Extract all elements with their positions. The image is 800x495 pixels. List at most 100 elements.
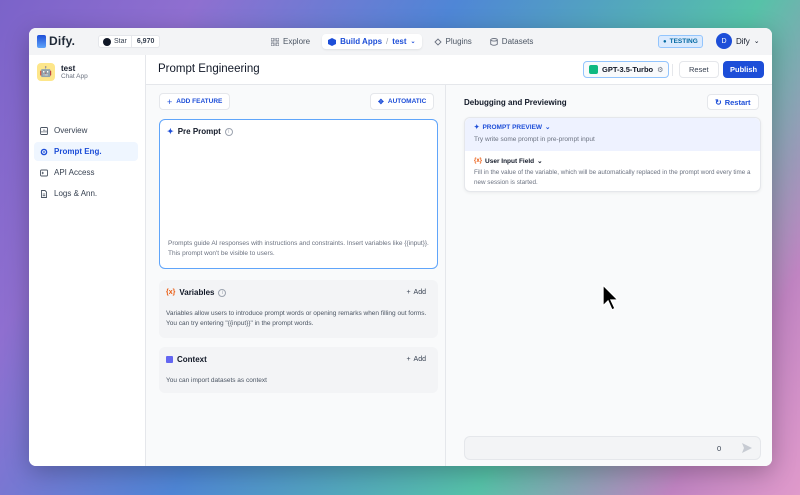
nav-datasets[interactable]: Datasets (484, 34, 540, 49)
github-icon (103, 37, 111, 46)
github-star-count: 6,970 (131, 35, 161, 48)
model-selector[interactable]: GPT-3.5-Turbo ⚙ (583, 61, 670, 78)
cube-icon (328, 37, 337, 46)
avatar: D (716, 33, 732, 49)
openai-model-icon (589, 65, 598, 74)
person-icon: ● (663, 38, 667, 45)
add-feature-button[interactable]: + ADD FEATURE (159, 93, 231, 110)
nav-explore[interactable]: Explore (265, 34, 316, 49)
page-title: Prompt Engineering (158, 63, 260, 75)
sidebar-item-api-access[interactable]: API Access (34, 163, 138, 182)
dify-logo[interactable]: Dify. (37, 34, 75, 48)
reset-button[interactable]: Reset (679, 61, 719, 78)
context-title: Context (177, 355, 207, 364)
variables-title: Variables (179, 288, 215, 297)
chevron-down-icon: ⌄ (537, 158, 543, 165)
add-variable-label: Add (413, 289, 426, 296)
add-feature-label: ADD FEATURE (176, 98, 223, 105)
add-context-button[interactable]: + Add (406, 356, 426, 363)
nav-separator: / (386, 37, 389, 46)
database-icon (490, 37, 498, 46)
chat-input[interactable]: 0 (464, 436, 761, 460)
plus-icon: + (406, 289, 411, 296)
github-star-button: Star (98, 35, 132, 48)
context-card: Context + Add You can import datasets as… (159, 347, 438, 393)
sparkle-icon: ✦ (474, 124, 480, 131)
nav-datasets-label: Datasets (501, 37, 534, 46)
char-count: 0 (717, 444, 722, 453)
logo-text: Dify. (49, 34, 76, 48)
mouse-cursor-icon (602, 284, 620, 311)
user-input-toggle[interactable]: {x} User Input Field ⌄ (474, 157, 543, 166)
app-window: Dify. Star 6,970 Explore Build Apps / te… (29, 28, 772, 466)
add-context-label: Add (413, 356, 426, 363)
pre-prompt-header: ✦ Pre Prompt i (167, 127, 233, 136)
nav-build-apps[interactable]: Build Apps / test ⌄ (322, 34, 422, 49)
context-icon (166, 356, 173, 363)
document-icon (41, 189, 47, 198)
variables-card: {x} Variables i + Add Variables allow us… (159, 280, 438, 338)
send-icon[interactable] (741, 442, 753, 454)
info-icon[interactable]: i (224, 127, 233, 136)
refresh-icon: ↻ (715, 97, 722, 107)
main-nav: Explore Build Apps / test ⌄ Plugins Data… (265, 34, 539, 49)
environment-badge: ● TESTING (658, 35, 703, 48)
pre-prompt-placeholder: Prompts guide AI responses with instruct… (168, 240, 429, 258)
user-menu[interactable]: D Dify ⌄ (716, 33, 760, 49)
sidebar-item-label: Logs & Ann. (54, 189, 98, 198)
chevron-down-icon: ⌄ (545, 124, 551, 131)
automatic-button[interactable]: ✥ AUTOMATIC (370, 93, 435, 110)
settings-icon: ⚙ (657, 66, 664, 74)
sparkle-icon: ✦ (167, 127, 174, 136)
sparkle-icon: ✥ (378, 98, 384, 106)
overview-icon (40, 126, 48, 135)
logo-mark-icon (37, 34, 46, 48)
automatic-label: AUTOMATIC (387, 98, 427, 105)
publish-button[interactable]: Publish (723, 61, 765, 78)
user-input-label: User Input Field (485, 157, 535, 165)
prompt-preview-label: PROMPT PREVIEW (482, 123, 543, 131)
debug-title: Debugging and Previewing (464, 98, 567, 107)
variables-hint: Variables allow users to introduce promp… (166, 310, 427, 328)
restart-label: Restart (724, 97, 751, 107)
explore-grid-icon (271, 37, 279, 46)
nav-plugins-label: Plugins (445, 37, 472, 46)
restart-button[interactable]: ↻ Restart (707, 94, 759, 110)
variable-icon: {x} (166, 289, 176, 296)
nav-plugins[interactable]: Plugins (428, 34, 478, 49)
plus-icon: + (406, 356, 411, 363)
app-sidebar: 🤖 test Chat App Overview Prompt Eng. API… (29, 55, 146, 466)
sidebar-item-overview[interactable]: Overview (34, 121, 138, 140)
sidebar-item-label: Prompt Eng. (54, 147, 102, 156)
app-type: Chat App (61, 73, 88, 80)
app-name: test (61, 64, 76, 73)
sidebar-item-logs[interactable]: Logs & Ann. (34, 184, 138, 203)
nav-current-app[interactable]: test (392, 37, 406, 46)
prompt-preview-card: ✦ PROMPT PREVIEW ⌄ Try write some prompt… (464, 117, 761, 192)
github-star-label: Star (114, 38, 127, 45)
prompt-config-panel: + ADD FEATURE ✥ AUTOMATIC ✦ Pre Prompt i… (146, 85, 446, 466)
nav-build-apps-label: Build Apps (340, 37, 383, 46)
github-star-widget[interactable]: Star 6,970 (98, 35, 161, 48)
prompt-preview-hint: Try write some prompt in pre-prompt inpu… (474, 136, 595, 143)
info-icon[interactable]: i (218, 288, 227, 297)
plugin-icon (433, 37, 442, 46)
sidebar-item-label: Overview (54, 126, 88, 135)
prompt-preview-section: ✦ PROMPT PREVIEW ⌄ Try write some prompt… (465, 118, 760, 151)
model-name: GPT-3.5-Turbo (602, 65, 654, 74)
plus-icon: + (167, 96, 173, 107)
pre-prompt-editor[interactable]: ✦ Pre Prompt i Prompts guide AI response… (159, 119, 438, 269)
add-variable-button[interactable]: + Add (406, 289, 426, 296)
divider (672, 64, 673, 76)
page-header: Prompt Engineering GPT-3.5-Turbo ⚙ Reset… (146, 55, 772, 85)
app-avatar-icon: 🤖 (37, 63, 55, 81)
environment-badge-label: TESTING (669, 38, 698, 45)
user-name: Dify (736, 36, 750, 46)
sidebar-item-prompt-eng[interactable]: Prompt Eng. (34, 142, 138, 161)
chevron-down-icon[interactable]: ⌄ (411, 38, 416, 45)
variables-header: {x} Variables i (166, 288, 227, 297)
app-header: 🤖 test Chat App (37, 63, 88, 81)
prompt-preview-toggle[interactable]: ✦ PROMPT PREVIEW ⌄ (474, 123, 551, 132)
top-navbar: Dify. Star 6,970 Explore Build Apps / te… (29, 28, 772, 55)
variable-icon: {x} (474, 158, 483, 164)
